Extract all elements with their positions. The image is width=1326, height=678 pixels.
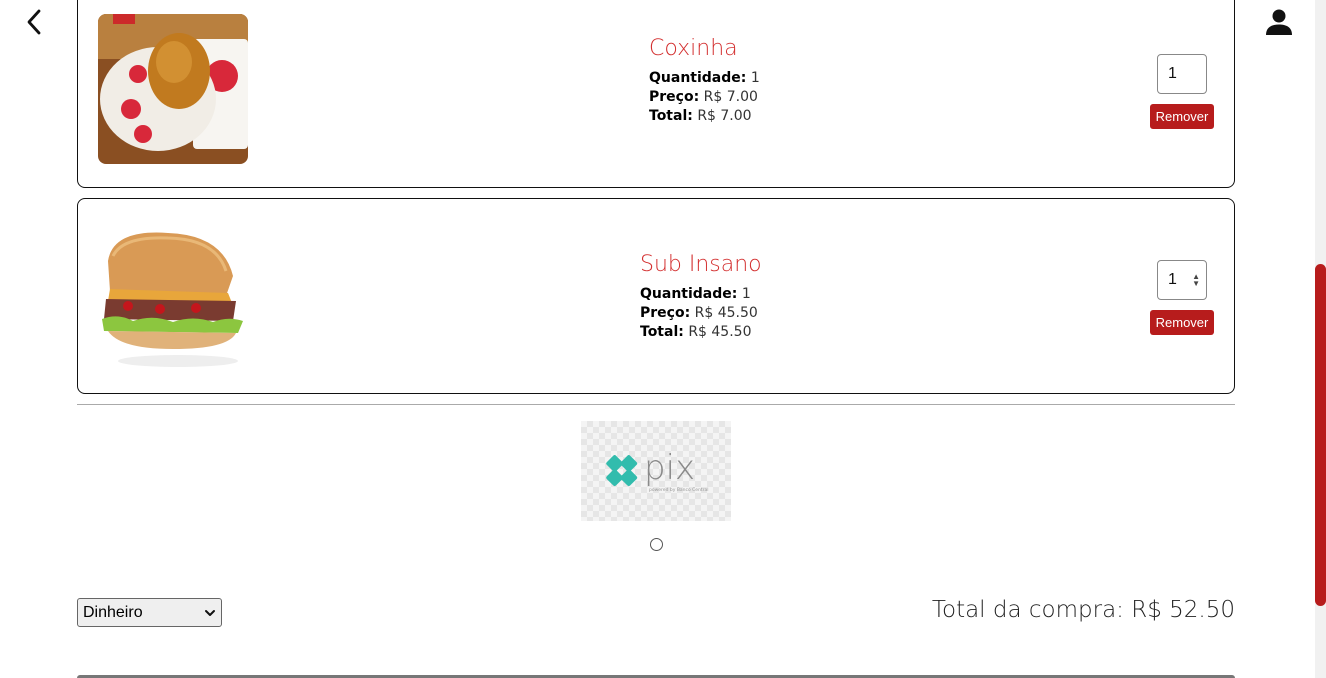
total-label: Total: bbox=[649, 108, 693, 124]
payment-method-value: Dinheiro bbox=[83, 603, 143, 621]
purchase-total: Total da compra: R$ 52.50 bbox=[931, 597, 1235, 623]
total-label: Total: bbox=[640, 324, 684, 340]
item-image bbox=[98, 14, 248, 164]
item-quantity-row: Quantidade: 1 bbox=[649, 69, 760, 88]
item-info: Coxinha Quantidade: 1 Preço: R$ 7.00 Tot… bbox=[649, 36, 760, 126]
item-price-row: Preço: R$ 45.50 bbox=[640, 304, 762, 323]
price-value: R$ 45.50 bbox=[694, 305, 758, 321]
quantity-input[interactable]: 1 bbox=[1157, 54, 1207, 94]
item-price-row: Preço: R$ 7.00 bbox=[649, 88, 760, 107]
user-button[interactable] bbox=[1264, 6, 1294, 38]
quantity-label: Quantidade: bbox=[640, 286, 738, 302]
chevron-left-icon bbox=[27, 9, 41, 35]
quantity-label: Quantidade: bbox=[649, 70, 747, 86]
payment-method-select[interactable]: Dinheiro bbox=[77, 598, 222, 627]
spinner-arrows-icon[interactable]: ▲ ▼ bbox=[1192, 273, 1200, 288]
quantity-input-value: 1 bbox=[1168, 65, 1177, 82]
remove-button[interactable]: Remover bbox=[1150, 104, 1214, 129]
price-label: Preço: bbox=[649, 89, 700, 105]
cart-item-card: Sub Insano Quantidade: 1 Preço: R$ 45.50… bbox=[77, 198, 1235, 394]
pix-radio-button[interactable] bbox=[650, 538, 663, 551]
quantity-value: 1 bbox=[750, 70, 760, 86]
price-value: R$ 7.00 bbox=[703, 89, 758, 105]
pix-logo-text: pix bbox=[644, 448, 695, 488]
remove-button[interactable]: Remover bbox=[1150, 310, 1214, 335]
item-quantity-row: Quantidade: 1 bbox=[640, 285, 762, 304]
item-info: Sub Insano Quantidade: 1 Preço: R$ 45.50… bbox=[640, 252, 762, 342]
item-total-row: Total: R$ 45.50 bbox=[640, 323, 762, 342]
quantity-value: 1 bbox=[741, 286, 751, 302]
price-label: Preço: bbox=[640, 305, 691, 321]
scrollbar-thumb[interactable] bbox=[1315, 264, 1326, 606]
total-value: R$ 7.00 bbox=[697, 108, 752, 124]
quantity-input[interactable]: 1 ▲ ▼ bbox=[1157, 260, 1207, 300]
back-button[interactable] bbox=[20, 8, 48, 36]
cart-page: Coxinha Quantidade: 1 Preço: R$ 7.00 Tot… bbox=[0, 0, 1326, 678]
item-total-row: Total: R$ 7.00 bbox=[649, 107, 760, 126]
pix-logo[interactable]: pix powered by Banco Central bbox=[581, 421, 731, 521]
divider bbox=[77, 404, 1235, 405]
cart-item-card: Coxinha Quantidade: 1 Preço: R$ 7.00 Tot… bbox=[77, 0, 1235, 188]
total-value: R$ 45.50 bbox=[688, 324, 752, 340]
person-icon bbox=[1266, 9, 1292, 35]
item-image bbox=[98, 221, 248, 371]
quantity-input-value: 1 bbox=[1168, 271, 1177, 288]
item-name: Sub Insano bbox=[640, 252, 762, 277]
item-name: Coxinha bbox=[649, 36, 738, 61]
pix-logo-subtext: powered by Banco Central bbox=[649, 487, 709, 493]
chevron-down-icon bbox=[205, 610, 215, 616]
